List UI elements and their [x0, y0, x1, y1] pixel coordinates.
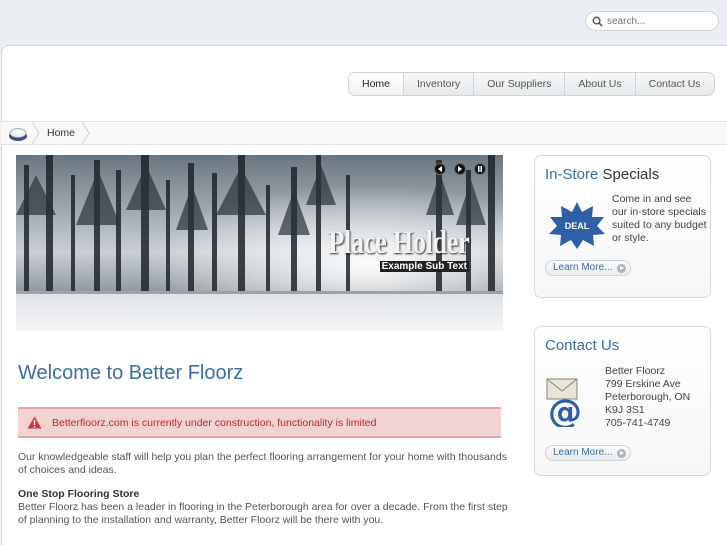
slide-subtitle: Example Sub Text [379, 261, 469, 272]
breadcrumb-separator [81, 122, 90, 144]
breadcrumb-item-home[interactable]: Home [47, 127, 75, 139]
deal-badge-icon: DEAL [549, 202, 605, 249]
arrow-right-icon [617, 449, 626, 458]
section-text: Better Floorz has been a leader in floor… [18, 501, 508, 526]
contact-learn-more-button[interactable]: Learn More... [545, 445, 631, 461]
nav-tab-our-suppliers[interactable]: Our Suppliers [473, 73, 564, 95]
main-nav: Home Inventory Our Suppliers About Us Co… [348, 72, 715, 96]
nav-tab-home[interactable]: Home [349, 73, 404, 95]
pause-icon [478, 166, 482, 172]
section: One Stop Flooring Store Better Floorz ha… [18, 488, 508, 527]
slideshow: Place Holder Example Sub Text [16, 155, 503, 331]
svg-text:@: @ [548, 392, 582, 427]
warning-icon [27, 416, 42, 429]
search-icon [592, 16, 603, 27]
nav-tab-contact-us[interactable]: Contact Us [634, 73, 714, 95]
specials-box: In-Store Specials DEAL Come in and see o… [534, 155, 711, 298]
nav-tab-inventory[interactable]: Inventory [403, 73, 473, 95]
top-bar [0, 0, 727, 45]
section-title: One Stop Flooring Store [18, 488, 140, 500]
home-icon[interactable] [7, 125, 29, 143]
contact-title: Contact Us [545, 337, 620, 354]
slide-prev-button[interactable] [434, 163, 446, 175]
slide-pause-button[interactable] [474, 163, 486, 175]
contact-address: Better Floorz 799 Erskine Ave Peterborou… [605, 365, 691, 429]
nav-tab-about-us[interactable]: About Us [564, 73, 634, 95]
slide-next-button[interactable] [454, 163, 466, 175]
intro-text: Our knowledgeable staff will help you pl… [18, 451, 507, 476]
specials-text: Come in and see our in-store specials su… [612, 193, 707, 244]
warning-text: Betterfloorz.com is currently under cons… [52, 416, 377, 429]
breadcrumb: Home [1, 121, 727, 145]
search-box[interactable] [585, 11, 719, 31]
page-title: Welcome to Better Floorz [18, 362, 244, 384]
warning-banner: Betterfloorz.com is currently under cons… [18, 407, 501, 438]
chevron-left-icon [438, 166, 442, 172]
breadcrumb-separator [31, 122, 40, 144]
specials-learn-more-button[interactable]: Learn More... [545, 260, 631, 276]
svg-text:DEAL: DEAL [565, 221, 590, 231]
arrow-right-icon [617, 264, 626, 273]
specials-title: In-Store Specials [545, 166, 660, 183]
search-input[interactable] [607, 15, 712, 27]
slide-title: Place Holder [327, 225, 469, 261]
chevron-right-icon [458, 166, 462, 172]
contact-box: Contact Us @ Better Floorz 799 Erskine A… [534, 326, 711, 476]
mail-icon: @ [546, 378, 582, 427]
